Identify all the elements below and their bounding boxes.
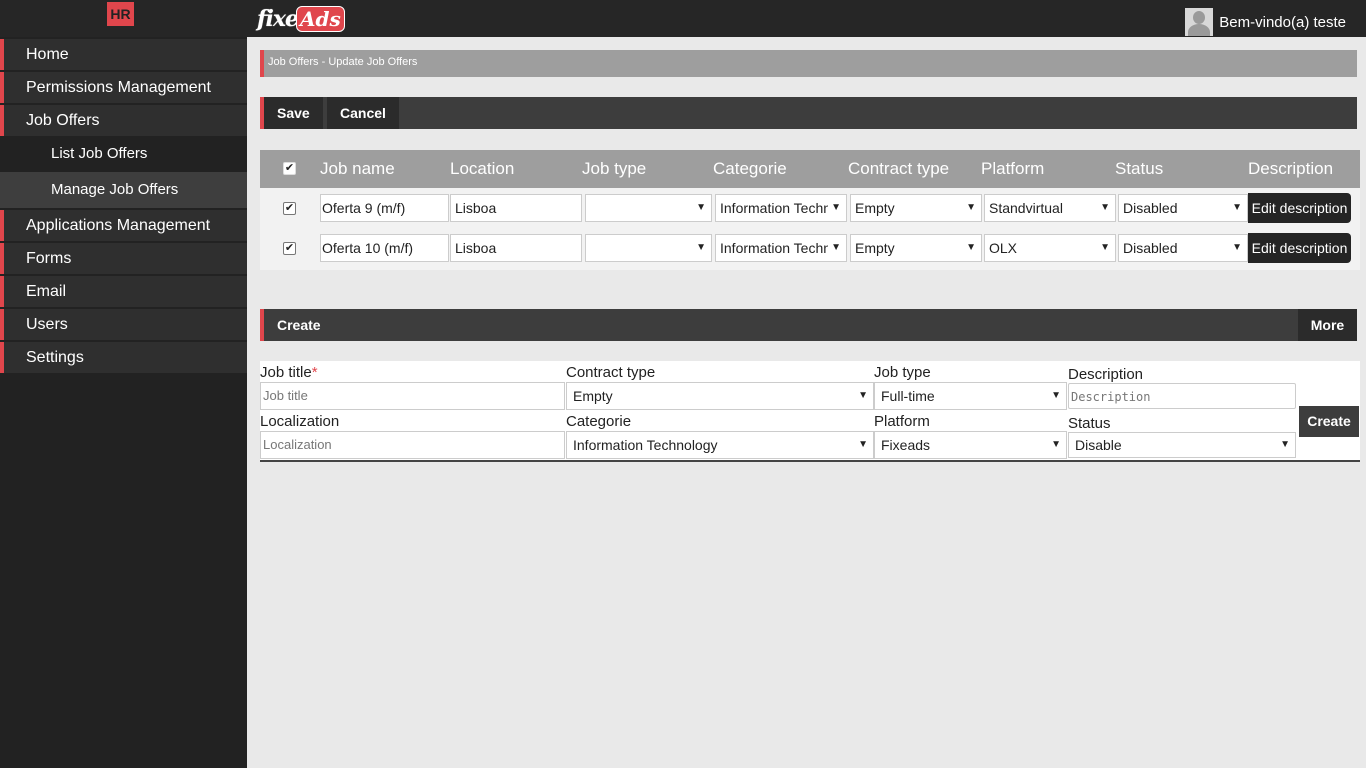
create-button[interactable]: Create	[1299, 406, 1359, 437]
table-row: ✔ Oferta 10 (m/f) Lisboa ▼ Information T…	[260, 229, 1360, 267]
job-type-select[interactable]: ▼	[585, 234, 712, 262]
categorie-label: Categorie	[566, 413, 632, 430]
chevron-down-icon: ▼	[1232, 242, 1242, 253]
job-type-select[interactable]: ▼	[585, 194, 712, 222]
chevron-down-icon: ▼	[696, 242, 706, 253]
row-checkbox[interactable]: ✔	[283, 242, 296, 255]
job-title-label: Job title*	[260, 364, 318, 381]
chevron-down-icon: ▼	[1051, 439, 1061, 450]
chevron-down-icon: ▼	[696, 202, 706, 213]
column-contract-type[interactable]: Contract type	[848, 150, 949, 188]
sidebar-item-users[interactable]: Users	[0, 309, 247, 340]
logo-text-ads: Ads	[295, 6, 345, 32]
chevron-down-icon: ▼	[966, 202, 976, 213]
table-header: ✔ Job name Location Job type Categorie C…	[260, 150, 1360, 188]
status-select[interactable]: Disabled ▼	[1118, 194, 1248, 222]
job-name-input[interactable]: Oferta 10 (m/f)	[320, 234, 449, 262]
sidebar-subitem-manage-job-offers[interactable]: Manage Job Offers	[0, 172, 247, 208]
sidebar-item-settings[interactable]: Settings	[0, 342, 247, 373]
avatar[interactable]	[1185, 8, 1214, 36]
job-offers-table: ✔ Job name Location Job type Categorie C…	[260, 150, 1360, 270]
contract-type-select[interactable]: Empty ▼	[850, 234, 982, 262]
column-location[interactable]: Location	[450, 150, 514, 188]
chevron-down-icon: ▼	[1051, 390, 1061, 401]
chevron-down-icon: ▼	[831, 202, 841, 213]
sidebar-item-home[interactable]: Home	[0, 39, 247, 70]
categorie-select[interactable]: Information Technology▼	[715, 194, 847, 222]
location-input[interactable]: Lisboa	[450, 234, 582, 262]
select-all-checkbox[interactable]: ✔	[283, 162, 296, 175]
chevron-down-icon: ▼	[1280, 439, 1290, 450]
status-label: Status	[1068, 415, 1111, 432]
sidebar-item-email[interactable]: Email	[0, 276, 247, 307]
categorie-select[interactable]: Information Technology▼	[566, 431, 874, 459]
chevron-down-icon: ▼	[966, 242, 976, 253]
cancel-button[interactable]: Cancel	[327, 97, 399, 129]
user-menu[interactable]: Bem-vindo(a) teste	[1185, 8, 1346, 36]
edit-description-button[interactable]: Edit description	[1248, 193, 1351, 223]
column-status[interactable]: Status	[1115, 150, 1163, 188]
platform-select[interactable]: Standvirtual ▼	[984, 194, 1116, 222]
chevron-down-icon: ▼	[858, 390, 868, 401]
edit-description-button[interactable]: Edit description	[1248, 233, 1351, 263]
save-button[interactable]: Save	[264, 97, 323, 129]
sidebar: Home Permissions Management Job Offers L…	[0, 37, 247, 768]
contract-type-label: Contract type	[566, 364, 656, 381]
platform-select[interactable]: Fixeads ▼	[874, 431, 1067, 459]
row-checkbox[interactable]: ✔	[283, 202, 296, 215]
status-select[interactable]: Disable ▼	[1068, 432, 1296, 458]
contract-type-select[interactable]: Empty ▼	[850, 194, 982, 222]
categorie-select[interactable]: Information Technology▼	[715, 234, 847, 262]
platform-select[interactable]: OLX ▼	[984, 234, 1116, 262]
top-bar: HR fixe Ads Bem-vindo(a) teste	[0, 0, 1366, 37]
chevron-down-icon: ▼	[1232, 202, 1242, 213]
localization-input[interactable]: Localization	[260, 431, 565, 459]
contract-type-select[interactable]: Empty ▼	[566, 382, 874, 410]
column-description[interactable]: Description	[1248, 150, 1333, 188]
status-select[interactable]: Disabled ▼	[1118, 234, 1248, 262]
location-input[interactable]: Lisboa	[450, 194, 582, 222]
more-button[interactable]: More	[1298, 309, 1357, 341]
chevron-down-icon: ▼	[1100, 242, 1110, 253]
column-platform[interactable]: Platform	[981, 150, 1044, 188]
job-type-label: Job type	[874, 364, 931, 381]
chevron-down-icon: ▼	[858, 439, 868, 450]
edit-toolbar: Save Cancel	[260, 97, 1357, 129]
create-toggle-button[interactable]: Create	[264, 309, 334, 341]
fixeads-logo[interactable]: fixe Ads	[257, 6, 345, 34]
hr-badge[interactable]: HR	[107, 2, 134, 26]
table-row: ✔ Oferta 9 (m/f) Lisboa ▼ Information Te…	[260, 189, 1360, 227]
sidebar-item-job-offers[interactable]: Job Offers	[0, 105, 247, 136]
column-job-name[interactable]: Job name	[320, 150, 395, 188]
welcome-text: Bem-vindo(a) teste	[1219, 13, 1346, 31]
description-input[interactable]: Description	[1068, 383, 1296, 409]
sidebar-item-permissions-management[interactable]: Permissions Management	[0, 72, 247, 103]
breadcrumb: Job Offers - Update Job Offers	[260, 50, 1357, 77]
sidebar-item-forms[interactable]: Forms	[0, 243, 247, 274]
job-title-input[interactable]: Job title	[260, 382, 565, 410]
localization-label: Localization	[260, 413, 340, 430]
create-job-form: Job title* Job title Contract type Empty…	[260, 361, 1360, 462]
platform-label: Platform	[874, 413, 930, 430]
create-toolbar: Create More	[260, 309, 1357, 341]
description-label: Description	[1068, 366, 1144, 383]
job-name-input[interactable]: Oferta 9 (m/f)	[320, 194, 449, 222]
logo-text-fixe: fixe	[257, 6, 299, 32]
chevron-down-icon: ▼	[831, 242, 841, 253]
sidebar-subitem-list-job-offers[interactable]: List Job Offers	[0, 136, 247, 172]
job-type-select[interactable]: Full-time ▼	[874, 382, 1067, 410]
sidebar-item-applications-management[interactable]: Applications Management	[0, 210, 247, 241]
required-mark: *	[311, 364, 318, 381]
chevron-down-icon: ▼	[1100, 202, 1110, 213]
column-job-type[interactable]: Job type	[582, 150, 646, 188]
column-categorie[interactable]: Categorie	[713, 150, 787, 188]
